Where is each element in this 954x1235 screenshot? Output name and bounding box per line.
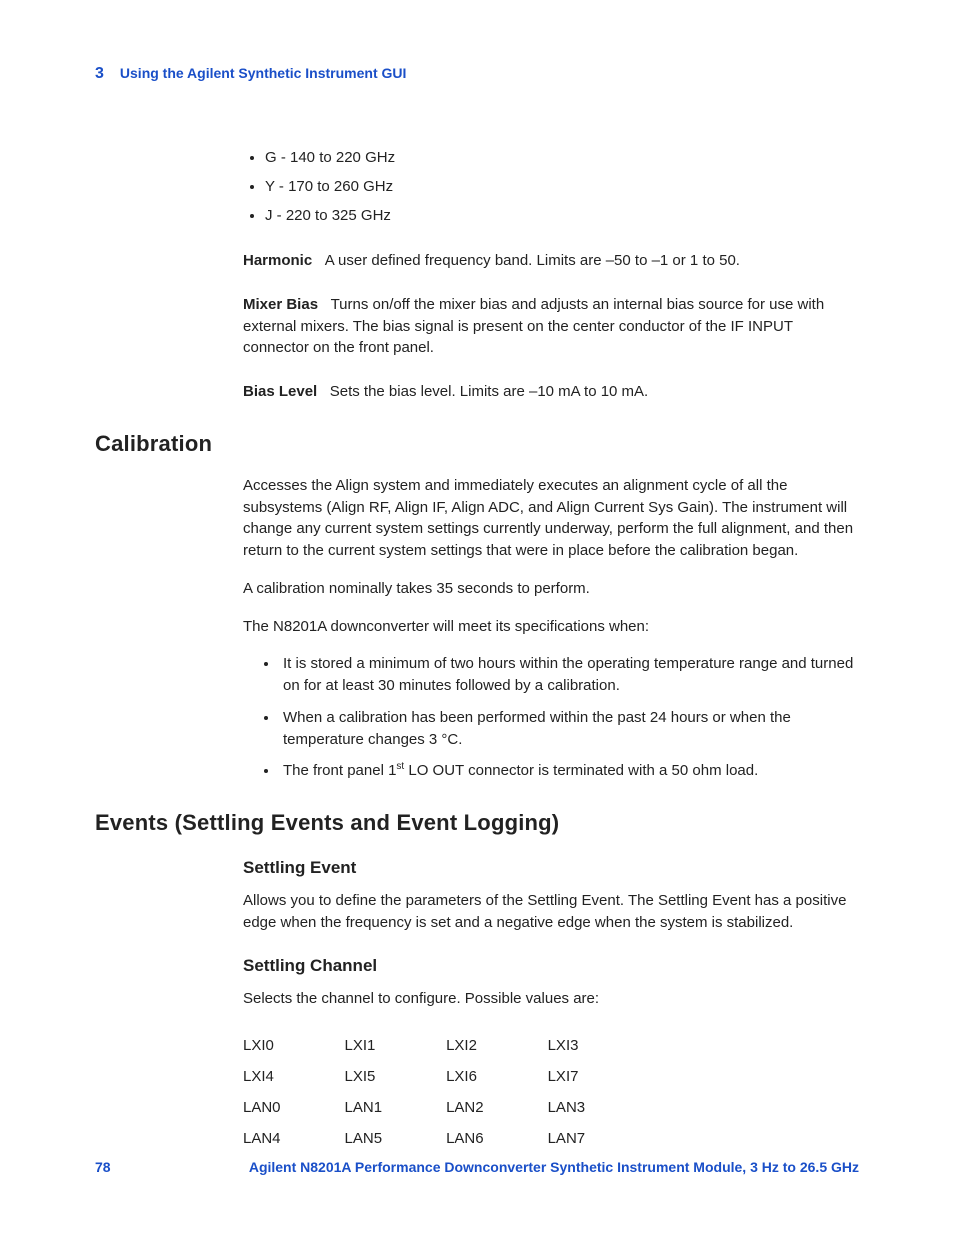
cell: LXI1	[345, 1037, 447, 1068]
cell: LAN7	[548, 1130, 650, 1161]
paragraph: Selects the channel to configure. Possib…	[243, 988, 859, 1010]
definition-harmonic: Harmonic A user defined frequency band. …	[243, 250, 859, 272]
channel-table: LXI0 LXI1 LXI2 LXI3 LXI4 LXI5 LXI6 LXI7 …	[243, 1037, 649, 1161]
cell: LXI0	[243, 1037, 345, 1068]
chapter-title: Using the Agilent Synthetic Instrument G…	[120, 65, 407, 81]
cell: LAN6	[446, 1130, 548, 1161]
table-row: LXI0 LXI1 LXI2 LXI3	[243, 1037, 649, 1068]
cell: LXI7	[548, 1068, 650, 1099]
paragraph: A calibration nominally takes 35 seconds…	[243, 578, 859, 600]
calibration-conditions-list: It is stored a minimum of two hours with…	[243, 653, 859, 782]
subheading-settling-event: Settling Event	[243, 858, 859, 878]
band-list: G - 140 to 220 GHz Y - 170 to 260 GHz J …	[243, 147, 859, 226]
page-number: 78	[95, 1159, 111, 1175]
cell: LXI3	[548, 1037, 650, 1068]
cell: LXI6	[446, 1068, 548, 1099]
text: The front panel 1	[283, 762, 396, 779]
list-item: When a calibration has been performed wi…	[279, 707, 859, 751]
cell: LXI4	[243, 1068, 345, 1099]
list-item: J - 220 to 325 GHz	[265, 205, 859, 226]
term: Mixer Bias	[243, 296, 318, 313]
list-item: G - 140 to 220 GHz	[265, 147, 859, 168]
cell: LXI2	[446, 1037, 548, 1068]
section-heading-calibration: Calibration	[95, 431, 859, 457]
cell: LAN3	[548, 1099, 650, 1130]
section-heading-events: Events (Settling Events and Event Loggin…	[95, 810, 859, 836]
footer-title: Agilent N8201A Performance Downconverter…	[249, 1159, 859, 1175]
subheading-settling-channel: Settling Channel	[243, 956, 859, 976]
table-row: LXI4 LXI5 LXI6 LXI7	[243, 1068, 649, 1099]
table-row: LAN4 LAN5 LAN6 LAN7	[243, 1130, 649, 1161]
term: Harmonic	[243, 252, 312, 269]
paragraph: The N8201A downconverter will meet its s…	[243, 616, 859, 638]
page-footer: 78 Agilent N8201A Performance Downconver…	[95, 1159, 859, 1175]
definition-mixer-bias: Mixer Bias Turns on/off the mixer bias a…	[243, 294, 859, 359]
cell: LAN2	[446, 1099, 548, 1130]
cell: LAN1	[345, 1099, 447, 1130]
list-item: The front panel 1st LO OUT connector is …	[279, 760, 859, 782]
chapter-number: 3	[95, 65, 104, 83]
cell: LXI5	[345, 1068, 447, 1099]
definition-text: Sets the bias level. Limits are –10 mA t…	[330, 383, 649, 400]
paragraph: Allows you to define the parameters of t…	[243, 890, 859, 934]
definition-text: Turns on/off the mixer bias and adjusts …	[243, 296, 824, 357]
list-item: It is stored a minimum of two hours with…	[279, 653, 859, 697]
definition-text: A user defined frequency band. Limits ar…	[325, 252, 740, 269]
cell: LAN4	[243, 1130, 345, 1161]
list-item: Y - 170 to 260 GHz	[265, 176, 859, 197]
table-row: LAN0 LAN1 LAN2 LAN3	[243, 1099, 649, 1130]
cell: LAN0	[243, 1099, 345, 1130]
text: LO OUT connector is terminated with a 50…	[404, 762, 758, 779]
page-header: 3 Using the Agilent Synthetic Instrument…	[95, 65, 859, 83]
cell: LAN5	[345, 1130, 447, 1161]
term: Bias Level	[243, 383, 317, 400]
definition-bias-level: Bias Level Sets the bias level. Limits a…	[243, 381, 859, 403]
paragraph: Accesses the Align system and immediatel…	[243, 475, 859, 562]
